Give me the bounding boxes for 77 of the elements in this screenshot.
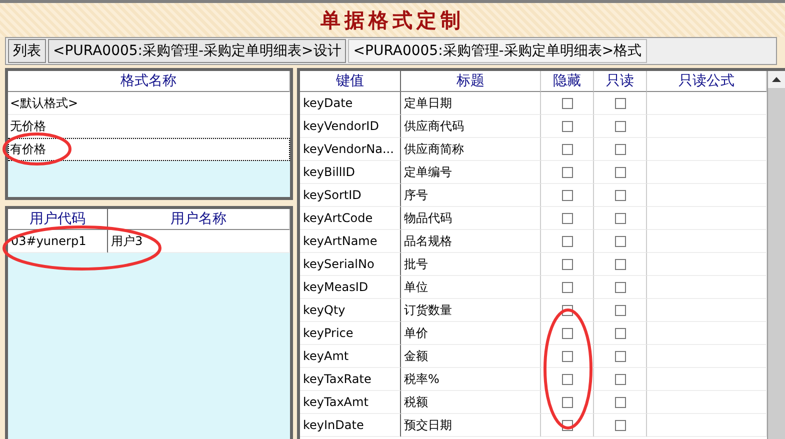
column-header: 用户名称 <box>108 209 290 230</box>
checkbox[interactable] <box>614 328 626 338</box>
table-cell: keyVendorID <box>300 115 401 138</box>
tab[interactable]: 列表 <box>8 39 46 63</box>
checkbox[interactable] <box>614 350 626 362</box>
column-header: 只读公式 <box>647 71 767 92</box>
checkbox[interactable] <box>614 304 626 316</box>
checkbox[interactable] <box>562 190 572 200</box>
column-header: 隐藏 <box>541 71 594 92</box>
checkbox[interactable] <box>562 166 572 178</box>
column-header: 用户代码 <box>8 209 108 230</box>
table-cell: 批号 <box>401 253 541 276</box>
checkbox[interactable] <box>562 350 572 362</box>
table-cell: 品名规格 <box>401 230 541 253</box>
table-cell: 订货数量 <box>401 299 541 322</box>
table-cell: 供应商代码 <box>401 115 541 138</box>
format-list-item[interactable]: 无价格 <box>8 115 290 138</box>
checkbox[interactable] <box>562 374 572 384</box>
checkbox[interactable] <box>562 144 572 154</box>
table-cell: keyBillID <box>300 161 401 184</box>
table-cell: keyTaxRate <box>300 368 401 391</box>
annotation-circle <box>2 132 72 166</box>
checkbox[interactable] <box>614 98 626 108</box>
table-cell: 03#yunerp1 <box>8 230 108 253</box>
checkbox[interactable] <box>614 144 626 154</box>
checkbox[interactable] <box>614 212 626 224</box>
table-cell: 税率% <box>401 368 541 391</box>
table-cell: 单位 <box>401 276 541 299</box>
checkbox[interactable] <box>562 328 572 338</box>
table-cell: keyDate <box>300 92 401 115</box>
tab[interactable]: <PURA0005:采购管理-采购定单明细表>设计 <box>48 39 346 63</box>
checkbox[interactable] <box>614 258 626 270</box>
table-cell: 序号 <box>401 184 541 207</box>
window-title: 单据格式定制 <box>320 6 464 34</box>
checkbox[interactable] <box>614 396 626 408</box>
checkbox[interactable] <box>562 98 572 108</box>
format-list-item[interactable]: 有价格 <box>8 138 290 161</box>
table-cell: 供应商简称 <box>401 138 541 161</box>
table-cell: keyQty <box>300 299 401 322</box>
table-cell: keySortID <box>300 184 401 207</box>
table-cell: 物品代码 <box>401 207 541 230</box>
checkbox[interactable] <box>562 396 572 408</box>
checkbox[interactable] <box>562 258 572 270</box>
column-header: 标题 <box>401 71 541 92</box>
checkbox[interactable] <box>614 374 626 384</box>
checkbox[interactable] <box>614 282 626 292</box>
checkbox[interactable] <box>614 420 626 430</box>
checkbox[interactable] <box>562 212 572 224</box>
format-list-item[interactable]: <默认格式> <box>8 92 290 115</box>
table-cell: keyVendorNa... <box>300 138 401 161</box>
checkbox[interactable] <box>562 282 572 292</box>
checkbox[interactable] <box>614 190 626 200</box>
table-cell: 定单日期 <box>401 92 541 115</box>
checkbox[interactable] <box>562 120 572 132</box>
table-cell: 单价 <box>401 322 541 345</box>
table-cell: 用户3 <box>108 230 290 253</box>
scroll-up-icon[interactable] <box>772 77 781 82</box>
table-cell: keyAmt <box>300 345 401 368</box>
table-cell: 金额 <box>401 345 541 368</box>
table-cell: keyMeasID <box>300 276 401 299</box>
table-cell: keyTaxAmt <box>300 391 401 414</box>
checkbox[interactable] <box>614 120 626 132</box>
table-cell: 定单编号 <box>401 161 541 184</box>
column-header: 格式名称 <box>8 71 290 92</box>
table-cell: keyPrice <box>300 322 401 345</box>
table-cell: keyArtCode <box>300 207 401 230</box>
table-cell: 税额 <box>401 391 541 414</box>
checkbox[interactable] <box>614 236 626 246</box>
checkbox[interactable] <box>614 166 626 178</box>
tab[interactable]: <PURA0005:采购管理-采购定单明细表>格式 <box>348 39 647 63</box>
table-cell: 预交日期 <box>401 414 541 437</box>
table-cell: keyInDate <box>300 414 401 437</box>
checkbox[interactable] <box>562 236 572 246</box>
column-header: 只读 <box>594 71 647 92</box>
column-header: 键值 <box>300 71 401 92</box>
table-cell: keyArtName <box>300 230 401 253</box>
table-cell: keySerialNo <box>300 253 401 276</box>
